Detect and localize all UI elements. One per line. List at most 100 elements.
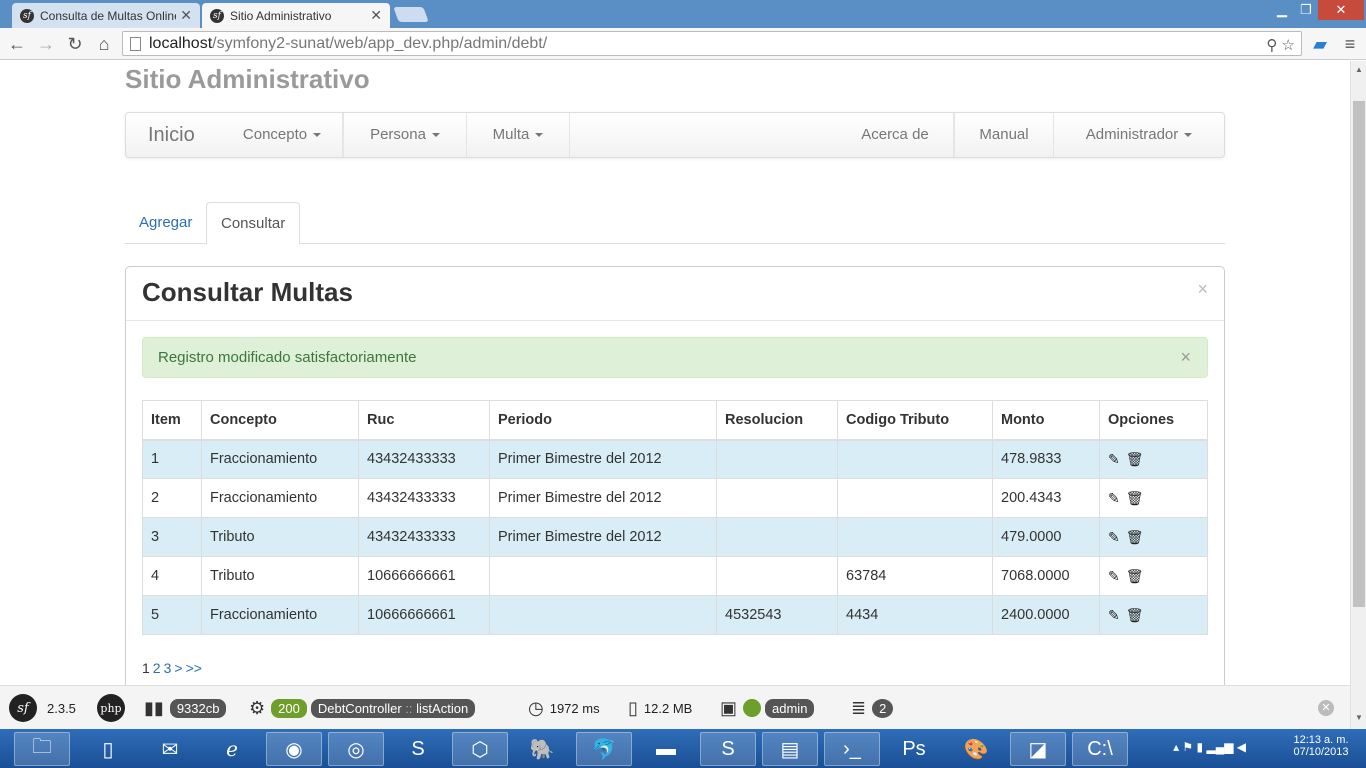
edit-icon[interactable]: ✎ bbox=[1108, 568, 1120, 585]
paint-icon[interactable]: 🎨 bbox=[948, 732, 1004, 766]
browser-tab-label: Sitio Administrativo bbox=[230, 8, 332, 23]
close-tab-icon[interactable]: ✕ bbox=[180, 7, 192, 24]
chrome-icon[interactable]: ◎ bbox=[328, 732, 384, 766]
cell-item: 3 bbox=[142, 517, 202, 557]
mysql-workbench-icon[interactable]: 🐬 bbox=[576, 732, 632, 766]
sf-request-block[interactable]: ⚙ 200 DebtController :: listAction bbox=[249, 686, 476, 730]
close-tab-icon[interactable]: ✕ bbox=[370, 7, 382, 24]
virtualbox-icon[interactable]: ⬡ bbox=[452, 732, 508, 766]
scroll-down-icon[interactable]: ▼ bbox=[1355, 713, 1363, 722]
sf-memory-block[interactable]: ▯ 12.2 MB bbox=[628, 686, 692, 730]
cell-codigo-tributo bbox=[837, 439, 993, 479]
sf-token-block[interactable]: ▮▮ 9332cb bbox=[144, 686, 227, 730]
menu-icon[interactable]: ≡ bbox=[1338, 32, 1362, 56]
cell-resolucion bbox=[716, 439, 838, 479]
trash-icon[interactable]: 🗑 bbox=[1126, 490, 1144, 507]
document-viewer-icon[interactable]: ▤ bbox=[762, 732, 818, 766]
nav-item-acerca[interactable]: Acerca de bbox=[837, 113, 954, 157]
sublime-text-icon[interactable]: S bbox=[390, 732, 446, 766]
success-alert: Registro modificado satisfactoriamente × bbox=[142, 337, 1208, 378]
url-host: localhost bbox=[149, 35, 213, 52]
close-window-button[interactable]: ✕ bbox=[1318, 0, 1364, 20]
nav-item-manual[interactable]: Manual bbox=[954, 113, 1054, 157]
postgresql-icon[interactable]: 🐘 bbox=[514, 732, 570, 766]
header-item: Item bbox=[142, 400, 202, 441]
zoom-icon[interactable]: ⚲ bbox=[1266, 37, 1277, 54]
nav-item-label: Manual bbox=[979, 126, 1029, 143]
cell-concepto: Tributo bbox=[201, 517, 359, 557]
reload-icon[interactable]: ↻ bbox=[63, 32, 87, 56]
bookmark-star-icon[interactable]: ☆ bbox=[1282, 37, 1295, 54]
browser-tab-admin[interactable]: sf Sitio Administrativo ✕ bbox=[202, 3, 390, 28]
page-scrollbar[interactable]: ▲ ▼ bbox=[1350, 61, 1366, 729]
command-prompt-icon[interactable]: C:\ bbox=[1072, 732, 1128, 766]
tab-consultar[interactable]: Consultar bbox=[206, 202, 301, 245]
cell-item: 5 bbox=[142, 595, 202, 635]
scrollbar-thumb[interactable] bbox=[1353, 101, 1365, 607]
internet-explorer-icon[interactable]: ℯ bbox=[204, 732, 260, 766]
browser-tab-consulta[interactable]: sf Consulta de Multas Online ✕ bbox=[12, 3, 200, 28]
page-link-next[interactable]: > bbox=[174, 660, 182, 676]
trash-icon[interactable]: 🗑 bbox=[1126, 451, 1144, 468]
page-current: 1 bbox=[142, 660, 150, 676]
panel-close-icon[interactable]: × bbox=[1197, 279, 1208, 300]
notepad-icon[interactable]: ▯ bbox=[80, 732, 136, 766]
edit-icon[interactable]: ✎ bbox=[1108, 490, 1120, 507]
minimize-window-button[interactable]: ▁ bbox=[1270, 0, 1294, 20]
sf-queries: 2 bbox=[872, 698, 894, 718]
tray-icons[interactable]: ▴ ⚑ ▮ ▂▄▆ ◀ bbox=[1173, 740, 1246, 754]
sf-db-block[interactable]: ≣ 2 bbox=[851, 686, 894, 730]
tab-agregar[interactable]: Agregar bbox=[125, 202, 206, 244]
scroll-up-icon[interactable]: ▲ bbox=[1355, 65, 1363, 74]
site-title: Sitio Administrativo bbox=[125, 64, 370, 94]
extension-icon[interactable]: ▰ bbox=[1308, 32, 1332, 56]
header-resolucion: Resolucion bbox=[716, 400, 838, 441]
page-link-3[interactable]: 3 bbox=[164, 660, 172, 676]
edit-icon[interactable]: ✎ bbox=[1108, 607, 1120, 624]
home-icon[interactable]: ⌂ bbox=[92, 32, 116, 56]
close-toolbar-icon[interactable]: ✕ bbox=[1318, 700, 1334, 716]
firefox-icon[interactable]: ◉ bbox=[266, 732, 322, 766]
back-icon[interactable]: ← bbox=[5, 32, 29, 56]
notes-app-icon[interactable]: ◪ bbox=[1010, 732, 1066, 766]
nav-item-label: Administrador bbox=[1085, 126, 1179, 143]
page-link-2[interactable]: 2 bbox=[153, 660, 161, 676]
file-explorer-icon[interactable]: 🗀 bbox=[14, 732, 70, 766]
nav-item-label: Acerca de bbox=[861, 126, 929, 143]
sf-time-block[interactable]: ◷ 1972 ms bbox=[528, 686, 600, 730]
nav-item-administrador[interactable]: Administrador bbox=[1054, 113, 1224, 157]
nav-item-multa[interactable]: Multa bbox=[467, 113, 570, 157]
nav-brand-inicio[interactable]: Inicio bbox=[148, 113, 195, 157]
cell-periodo: Primer Bimestre del 2012 bbox=[489, 478, 717, 518]
sf-security-block[interactable]: ▣ admin bbox=[720, 686, 815, 730]
page-link-last[interactable]: >> bbox=[186, 660, 202, 676]
forward-icon[interactable]: → bbox=[34, 32, 58, 56]
skype-icon[interactable]: S bbox=[700, 732, 756, 766]
trash-icon[interactable]: 🗑 bbox=[1126, 529, 1144, 546]
edit-icon[interactable]: ✎ bbox=[1108, 451, 1120, 468]
database-icon: ≣ bbox=[851, 697, 867, 718]
cell-item: 1 bbox=[142, 439, 202, 479]
thunderbird-icon[interactable]: ✉ bbox=[142, 732, 198, 766]
address-bar[interactable]: localhost/symfony2-sunat/web/app_dev.php… bbox=[122, 31, 1302, 56]
alert-close-icon[interactable]: × bbox=[1180, 338, 1191, 377]
sf-version: 2.3.5 bbox=[47, 700, 76, 716]
trash-icon[interactable]: 🗑 bbox=[1126, 607, 1144, 624]
nav-item-label: Persona bbox=[370, 126, 426, 143]
header-monto: Monto bbox=[992, 400, 1100, 441]
edit-icon[interactable]: ✎ bbox=[1108, 529, 1120, 546]
table-row: 3 Tributo 43432433333 Primer Bimestre de… bbox=[142, 517, 1208, 557]
tray-clock[interactable]: 12:13 a. m. 07/10/2013 bbox=[1286, 734, 1356, 758]
nav-item-persona[interactable]: Persona bbox=[343, 113, 467, 157]
nav-item-concepto[interactable]: Concepto bbox=[222, 113, 343, 157]
sf-version-block[interactable]: sf 2.3.5 bbox=[9, 686, 76, 730]
maximize-window-button[interactable]: ❐ bbox=[1294, 0, 1318, 20]
cell-periodo: Primer Bimestre del 2012 bbox=[489, 439, 717, 479]
sf-hide-toolbar[interactable]: ✕ bbox=[1318, 686, 1334, 730]
trash-icon[interactable]: 🗑 bbox=[1126, 568, 1144, 585]
sf-php-block[interactable]: php bbox=[97, 686, 125, 730]
pycharm-icon[interactable]: Ps bbox=[886, 732, 942, 766]
terminal-app-icon[interactable]: ▬ bbox=[638, 732, 694, 766]
powershell-icon[interactable]: ›_ bbox=[824, 732, 880, 766]
new-tab-button[interactable] bbox=[393, 7, 429, 22]
